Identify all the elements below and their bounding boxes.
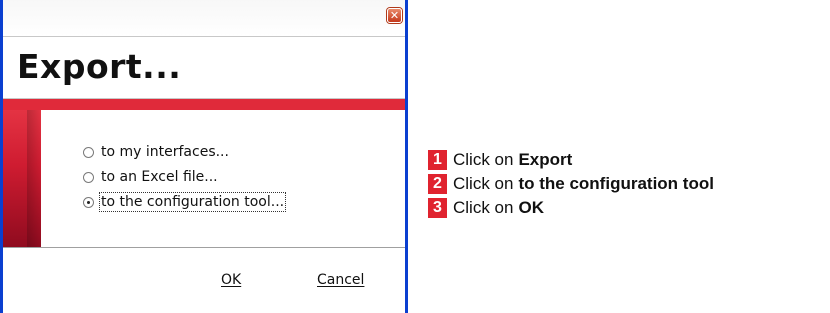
radio-button[interactable] [83,171,94,183]
option-my-interfaces[interactable]: to my interfaces... [83,144,229,160]
cancel-button[interactable]: Cancel [317,272,364,288]
step-target: OK [518,198,544,217]
close-button[interactable]: ✕ [387,8,402,23]
step-1: 1 Click on Export [428,150,572,170]
option-label: to my interfaces... [101,144,229,160]
option-excel-file[interactable]: to an Excel file... [83,169,218,185]
button-divider [3,247,405,248]
dialog-header: Export... [3,36,405,99]
step-text: Click on [453,174,514,193]
export-options-panel: to my interfaces... to an Excel file... … [41,110,405,247]
ok-button[interactable]: OK [221,272,241,288]
step-number-badge: 1 [428,150,447,170]
option-label: to an Excel file... [101,169,218,185]
step-target: Export [518,150,573,169]
close-icon: ✕ [389,9,400,22]
red-accent-band [3,99,405,110]
step-number-badge: 2 [428,174,447,194]
export-dialog: ✕ Export... to my interfaces... to an Ex… [0,0,408,313]
step-text: Click on [453,150,514,169]
option-label: to the configuration tool... [98,192,287,212]
step-number-badge: 3 [428,198,447,218]
step-3: 3 Click on OK [428,198,544,218]
radio-button-selected[interactable] [83,196,94,208]
option-configuration-tool[interactable]: to the configuration tool... [83,192,287,212]
step-target: to the configuration tool [518,174,714,193]
title-bar: ✕ [3,0,405,36]
step-2: 2 Click on to the configuration tool [428,174,714,194]
red-side-panel [3,110,41,247]
dialog-title: Export... [17,47,182,86]
radio-button[interactable] [83,146,94,158]
step-text: Click on [453,198,514,217]
